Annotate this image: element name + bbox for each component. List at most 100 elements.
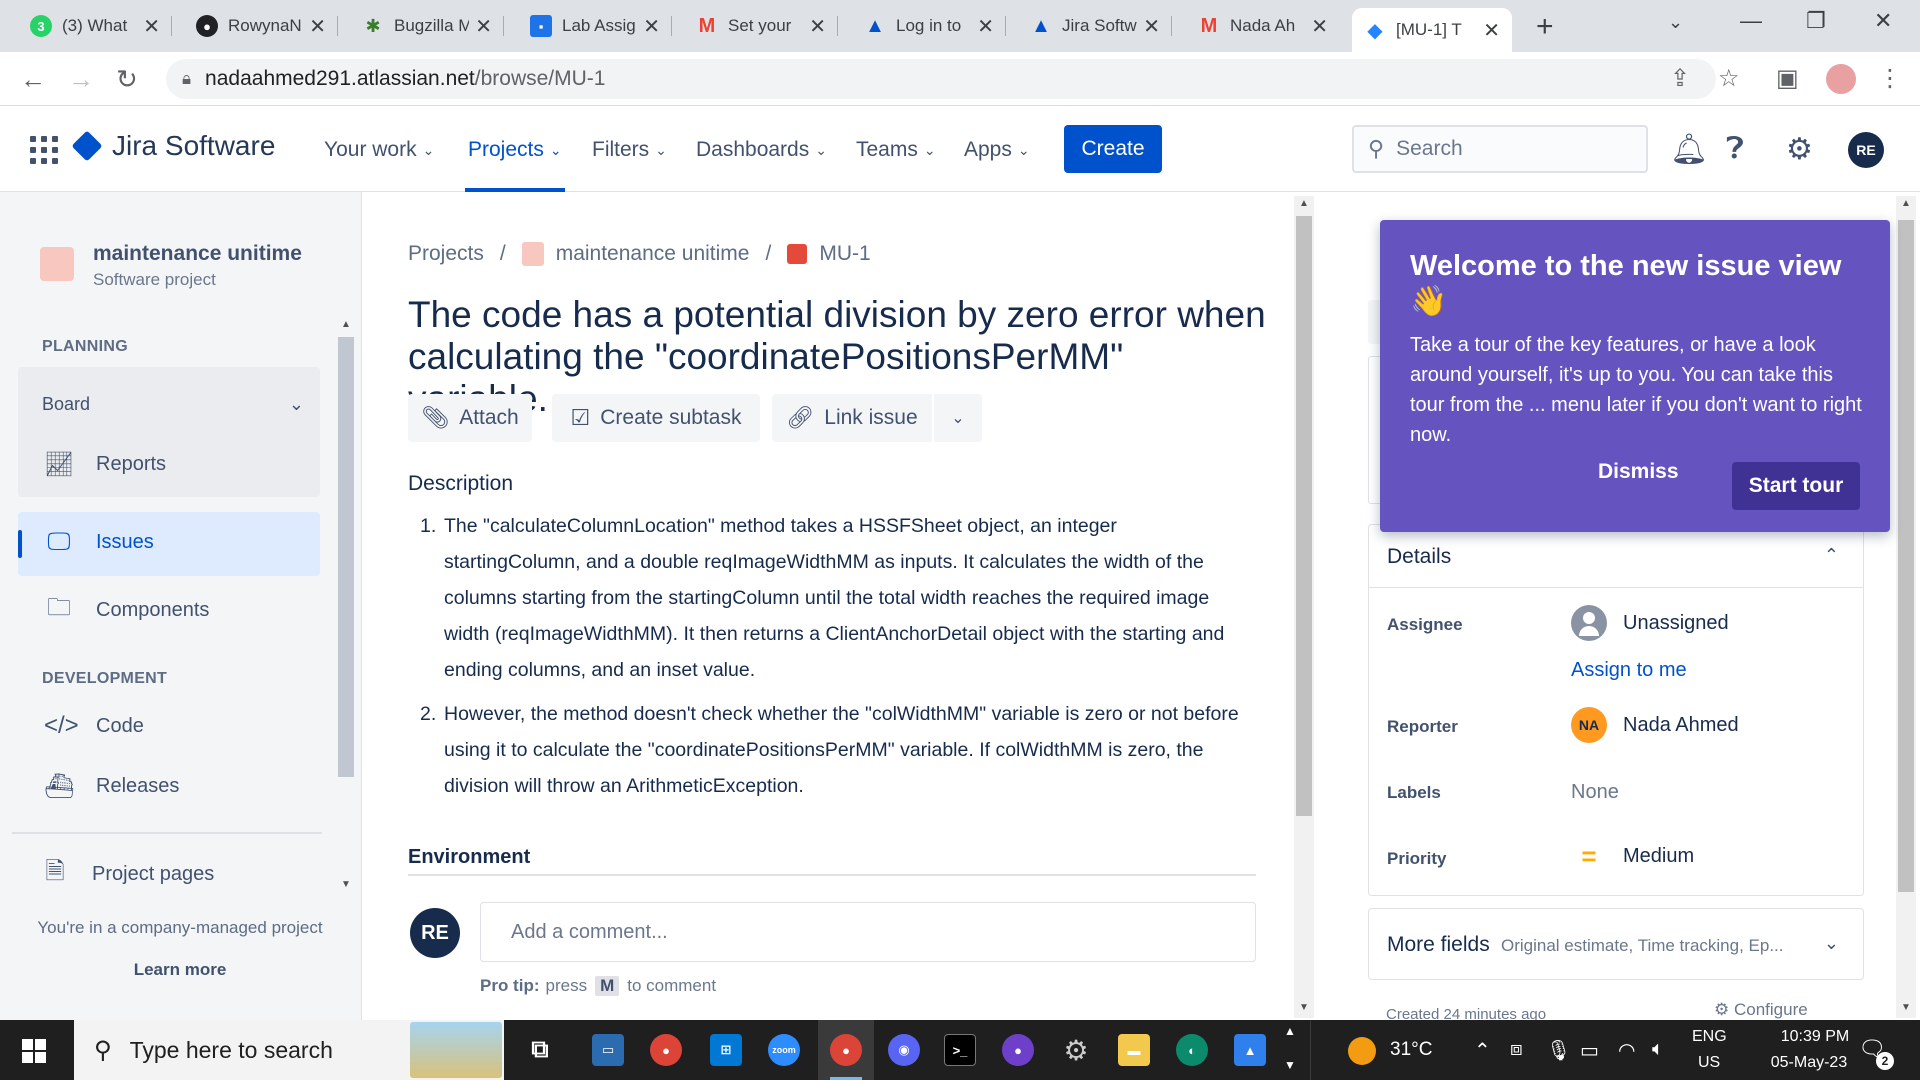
comment-input[interactable]: Add a comment... bbox=[480, 902, 1256, 962]
help-icon[interactable]: ❓︎ bbox=[1726, 132, 1744, 166]
chevron-up-icon[interactable]: ⌃ bbox=[1824, 545, 1839, 566]
close-tab-icon[interactable]: ✕ bbox=[1311, 14, 1328, 39]
more-fields-panel[interactable]: More fields Original estimate, Time trac… bbox=[1368, 908, 1864, 980]
weather-sun-icon[interactable] bbox=[1348, 1037, 1376, 1065]
sidebar-item-releases[interactable]: ⛴ Releases bbox=[44, 772, 179, 801]
assignee-value[interactable]: Unassigned bbox=[1571, 605, 1729, 641]
taskbar-scroll-up-icon[interactable]: ▲ bbox=[1284, 1024, 1296, 1038]
nav-projects[interactable]: Projects ⌄ bbox=[468, 138, 562, 162]
scroll-down-arrow-icon[interactable]: ▼ bbox=[341, 879, 351, 890]
sidebar-item-project-pages[interactable]: 🗎 Project pages bbox=[40, 854, 214, 895]
forward-icon[interactable]: → bbox=[68, 64, 94, 95]
microsoft-store-icon[interactable]: ⊞ bbox=[710, 1034, 742, 1066]
nav-your-work[interactable]: Your work ⌄ bbox=[324, 138, 434, 162]
file-explorer-icon[interactable]: ▬ bbox=[1118, 1034, 1150, 1066]
breadcrumb-projects[interactable]: Projects bbox=[408, 242, 484, 266]
browser-tab[interactable]: 3 (3) What ✕ bbox=[18, 8, 172, 44]
link-issue-button[interactable]: 🔗︎ Link issue bbox=[772, 394, 932, 442]
sidebar-item-issues[interactable]: 🖵 Issues bbox=[44, 528, 153, 556]
chrome-icon[interactable]: ● bbox=[650, 1034, 682, 1066]
scrollbar-thumb[interactable] bbox=[338, 337, 354, 777]
sidebar-scrollbar[interactable]: ▲ ▼ bbox=[336, 317, 356, 897]
breadcrumb-project[interactable]: maintenance unitime bbox=[556, 242, 750, 266]
close-tab-icon[interactable]: ✕ bbox=[1143, 14, 1160, 39]
close-tab-icon[interactable]: ✕ bbox=[475, 14, 492, 39]
restore-icon[interactable]: ❐ bbox=[1806, 8, 1826, 34]
nav-teams[interactable]: Teams ⌄ bbox=[856, 138, 936, 162]
chrome-icon[interactable]: ● bbox=[830, 1034, 862, 1066]
volume-icon[interactable]: 🔈︎ bbox=[1652, 1038, 1664, 1061]
github-desktop-icon[interactable]: ● bbox=[1002, 1034, 1034, 1066]
sidebar-item-code[interactable]: </> Code bbox=[44, 712, 144, 740]
scroll-up-arrow-icon[interactable]: ▲ bbox=[341, 319, 351, 330]
browser-tab[interactable]: ▪ Lab Assig ✕ bbox=[518, 8, 672, 44]
close-tab-icon[interactable]: ✕ bbox=[1483, 18, 1500, 43]
create-button[interactable]: Create bbox=[1064, 125, 1162, 173]
terminal-icon[interactable]: >_ bbox=[944, 1034, 976, 1066]
minimize-icon[interactable]: — bbox=[1740, 8, 1762, 34]
side-panel-icon[interactable]: ▣ bbox=[1776, 64, 1799, 93]
close-tab-icon[interactable]: ✕ bbox=[309, 14, 326, 39]
jira-logo[interactable]: Jira Software bbox=[71, 130, 275, 162]
language-indicator[interactable]: ENG bbox=[1692, 1028, 1727, 1046]
bug-type-icon[interactable] bbox=[787, 244, 808, 264]
weather-temperature[interactable]: 31°C bbox=[1390, 1039, 1432, 1061]
labels-value[interactable]: None bbox=[1571, 781, 1619, 804]
settings-icon[interactable]: ⚙ bbox=[1786, 132, 1813, 167]
close-window-icon[interactable]: ✕ bbox=[1874, 8, 1892, 34]
taskbar-scroll-down-icon[interactable]: ▼ bbox=[1284, 1058, 1296, 1072]
browser-tab[interactable]: ● RowynaN ✕ bbox=[184, 8, 338, 44]
clock-time[interactable]: 10:39 PM bbox=[1760, 1028, 1870, 1046]
reporter-value[interactable]: NA Nada Ahmed bbox=[1571, 707, 1739, 743]
nav-filters[interactable]: Filters ⌄ bbox=[592, 138, 667, 162]
close-tab-icon[interactable]: ✕ bbox=[977, 14, 994, 39]
microphone-icon[interactable]: 🎙︎ bbox=[1546, 1038, 1571, 1063]
nav-dashboards[interactable]: Dashboards ⌄ bbox=[696, 138, 827, 162]
close-tab-icon[interactable]: ✕ bbox=[809, 14, 826, 39]
main-scrollbar[interactable]: ▲ ▼ bbox=[1294, 196, 1314, 1018]
back-icon[interactable]: ← bbox=[20, 64, 46, 95]
search-input[interactable]: ⚲ Search bbox=[1352, 125, 1648, 173]
bookmark-star-icon[interactable]: ☆ bbox=[1718, 64, 1740, 93]
wifi-icon[interactable]: ◠ bbox=[1618, 1038, 1635, 1063]
browser-tab[interactable]: ▲ Log in to ✕ bbox=[852, 8, 1006, 44]
task-view-icon[interactable]: ⧉ bbox=[524, 1034, 556, 1066]
breadcrumb-issue-key[interactable]: MU-1 bbox=[819, 242, 870, 266]
description-list[interactable]: 1. The "calculateColumnLocation" method t… bbox=[420, 508, 1240, 812]
browser-tab[interactable]: M Set your ✕ bbox=[684, 8, 838, 44]
photos-icon[interactable]: ▲ bbox=[1234, 1034, 1266, 1066]
scroll-up-arrow-icon[interactable]: ▲ bbox=[1299, 198, 1309, 209]
nav-apps[interactable]: Apps ⌄ bbox=[964, 138, 1030, 162]
scrollbar-thumb[interactable] bbox=[1296, 216, 1312, 816]
scroll-down-arrow-icon[interactable]: ▼ bbox=[1901, 1002, 1911, 1013]
new-tab-icon[interactable]: + bbox=[1536, 10, 1554, 44]
project-name[interactable]: maintenance unitime bbox=[93, 242, 302, 266]
scroll-up-arrow-icon[interactable]: ▲ bbox=[1901, 198, 1911, 209]
dismiss-button[interactable]: Dismiss bbox=[1598, 460, 1679, 484]
share-icon[interactable]: ⇪ bbox=[1670, 64, 1690, 93]
windows-start-icon[interactable] bbox=[22, 1039, 46, 1063]
sidebar-item-reports[interactable]: 📈︎ Reports bbox=[44, 450, 166, 479]
browser-tab[interactable]: ▲ Jira Softw ✕ bbox=[1018, 8, 1172, 44]
region-indicator[interactable]: US bbox=[1698, 1054, 1720, 1072]
browser-tab[interactable]: M Nada Ah ✕ bbox=[1186, 8, 1340, 44]
configure-link[interactable]: ⚙ Configure bbox=[1714, 1000, 1808, 1020]
browser-menu-icon[interactable]: ⋮ bbox=[1878, 64, 1902, 93]
edge-icon[interactable]: ◐ bbox=[1176, 1034, 1208, 1066]
sidebar-item-components[interactable]: 🗀 Components bbox=[44, 590, 209, 631]
meet-now-icon[interactable]: ⧈ bbox=[1510, 1038, 1523, 1061]
settings-gear-icon[interactable]: ⚙ bbox=[1060, 1034, 1092, 1066]
scroll-down-arrow-icon[interactable]: ▼ bbox=[1299, 1002, 1309, 1013]
close-tab-icon[interactable]: ✕ bbox=[143, 14, 160, 39]
clock-date[interactable]: 05-May-23 bbox=[1746, 1054, 1872, 1072]
address-bar[interactable]: 🔒︎ nadaahmed291.atlassian.net/browse/MU-… bbox=[166, 59, 1716, 99]
profile-avatar[interactable] bbox=[1826, 64, 1856, 94]
right-panel-scrollbar[interactable]: ▲ ▼ bbox=[1896, 196, 1916, 1018]
more-actions-dropdown[interactable]: ⌄ bbox=[934, 394, 982, 442]
priority-value[interactable]: = Medium bbox=[1571, 841, 1694, 872]
assign-to-me-link[interactable]: Assign to me bbox=[1571, 659, 1687, 682]
app-switcher-icon[interactable] bbox=[30, 136, 58, 164]
learn-more-link[interactable]: Learn more bbox=[0, 960, 360, 980]
start-tour-button[interactable]: Start tour bbox=[1732, 462, 1860, 510]
discord-icon[interactable]: ◉ bbox=[888, 1034, 920, 1066]
